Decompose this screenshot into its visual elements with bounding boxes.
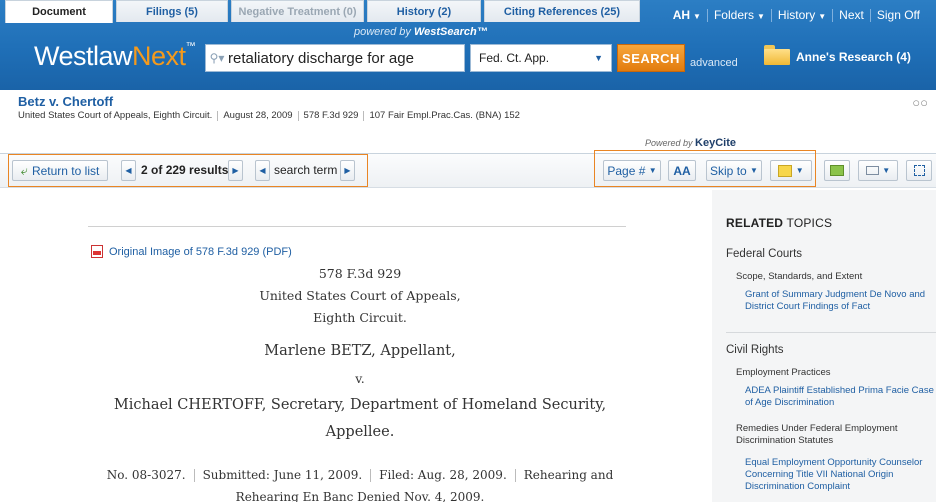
full-screen-button[interactable]: [906, 160, 932, 181]
expand-icon: [913, 165, 925, 176]
search-button[interactable]: SEARCH: [617, 44, 685, 72]
search-box[interactable]: ⚲▾: [205, 44, 465, 72]
chevron-down-icon: ▼: [648, 166, 657, 175]
related-category: Civil Rights: [726, 344, 784, 356]
chevron-down-icon: ▼: [882, 166, 891, 175]
document-citation: United States Court of Appeals, Eighth C…: [18, 110, 520, 121]
top-nav: AH ▼ Folders ▼ History ▼ Next Sign Off: [667, 8, 926, 22]
search-term-label: search term: [274, 163, 338, 177]
appellant: Marlene BETZ, Appellant,: [264, 343, 456, 359]
text-size-button[interactable]: AA: [668, 160, 696, 181]
tab-history[interactable]: History (2): [367, 0, 481, 22]
previous-result-button[interactable]: ◀: [121, 160, 136, 181]
related-topic-link[interactable]: Grant of Summary Judgment De Novo and Di…: [745, 289, 936, 313]
skip-to-button[interactable]: Skip to ▼: [706, 160, 762, 181]
related-subcategory: Employment Practices: [736, 367, 831, 378]
divider: [726, 332, 936, 333]
related-topic-link[interactable]: ADEA Plaintiff Established Prima Facie C…: [745, 385, 936, 409]
original-image-pdf-link[interactable]: Original Image of 578 F.3d 929 (PDF): [91, 245, 292, 258]
docket-info: No. 08-3027. Submitted: June 11, 2009. Fil…: [106, 468, 614, 502]
tab-negative-treatment: Negative Treatment (0): [231, 0, 364, 22]
tab-citing-references[interactable]: Citing References (25): [484, 0, 640, 22]
search-input[interactable]: [228, 49, 458, 67]
folders-menu[interactable]: Folders ▼: [708, 8, 771, 22]
keycite-label: Powered by KeyCite: [645, 137, 737, 149]
page-number-button[interactable]: Page # ▼: [603, 160, 661, 181]
related-topic-link[interactable]: Equal Employment Opportunity Counselor C…: [745, 457, 936, 493]
envelope-icon: [865, 166, 879, 175]
tab-document[interactable]: Document: [5, 0, 113, 23]
email-button[interactable]: ▼: [858, 160, 898, 181]
jurisdiction-select[interactable]: Fed. Ct. App. ▼: [470, 44, 612, 72]
pdf-icon: [91, 245, 103, 258]
related-subcategory: Remedies Under Federal Employment Discri…: [736, 423, 898, 446]
divider: [88, 226, 626, 227]
next-term-button[interactable]: ▶: [340, 160, 355, 181]
history-menu[interactable]: History ▼: [772, 8, 832, 22]
return-to-list-button[interactable]: ⤶ Return to list: [12, 160, 108, 181]
user-menu[interactable]: AH ▼: [667, 8, 707, 22]
case-citation: 578 F.3d 929: [318, 266, 402, 281]
arrow-left-icon: ◀: [259, 166, 266, 175]
jurisdiction-value: Fed. Ct. App.: [479, 51, 550, 65]
arrow-right-icon: ▶: [232, 166, 239, 175]
chevron-down-icon: ▼: [756, 12, 765, 21]
court-circuit: Eighth Circuit.: [313, 310, 407, 325]
chevron-down-icon: ▼: [594, 53, 603, 63]
related-subcategory: Scope, Standards, and Extent: [736, 271, 863, 282]
save-to-folder-button[interactable]: [824, 160, 850, 181]
arrow-left-icon: ◀: [125, 166, 132, 175]
chevron-down-icon: ▼: [818, 12, 827, 21]
appellee-name: Michael CHERTOFF, Secretary, Department …: [113, 397, 607, 413]
highlight-tool-button[interactable]: ▼: [770, 160, 812, 181]
court-name: United States Court of Appeals,: [259, 288, 461, 303]
note-icon: [778, 164, 793, 177]
chevron-down-icon: ▼: [693, 12, 701, 21]
folder-icon[interactable]: [764, 45, 790, 65]
folder-add-icon: [830, 165, 844, 176]
next-link[interactable]: Next: [833, 8, 870, 22]
return-arrow-icon: ⤶: [20, 162, 28, 178]
sign-off-link[interactable]: Sign Off: [871, 8, 926, 22]
search-icon: ⚲▾: [209, 51, 225, 65]
related-topics-heading: RELATED TOPICS: [726, 216, 833, 230]
previous-term-button[interactable]: ◀: [255, 160, 270, 181]
powered-by-label: powered by WestSearch™: [354, 26, 488, 38]
arrow-right-icon: ▶: [344, 166, 351, 175]
next-result-button[interactable]: ▶: [228, 160, 243, 181]
advanced-search-link[interactable]: advanced: [690, 57, 738, 69]
results-position: 2 of 229 results: [141, 163, 229, 177]
document-title: Betz v. Chertoff: [18, 94, 114, 109]
related-category: Federal Courts: [726, 248, 803, 260]
research-folder-link[interactable]: Anne's Research (4): [796, 50, 911, 64]
westlaw-next-logo[interactable]: WestlawNext™: [34, 41, 196, 72]
tab-filings[interactable]: Filings (5): [116, 0, 228, 22]
appellee-role: Appellee.: [325, 424, 395, 440]
chevron-down-icon: ▼: [750, 166, 758, 175]
versus: v.: [355, 371, 365, 386]
glasses-icon[interactable]: ○○: [912, 95, 928, 110]
chevron-down-icon: ▼: [795, 166, 804, 175]
